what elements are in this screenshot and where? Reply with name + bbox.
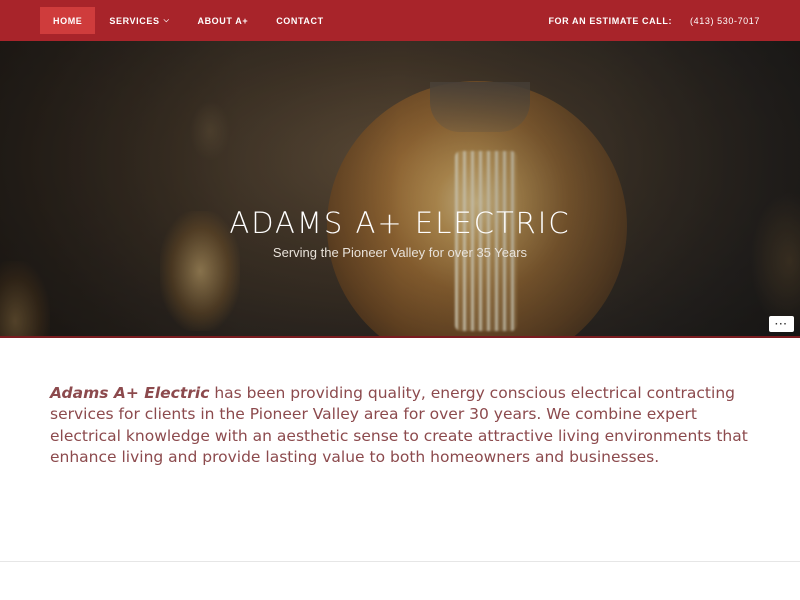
nav-home[interactable]: Home bbox=[40, 7, 96, 34]
estimate-label: For an Estimate Call: bbox=[548, 15, 673, 26]
site-tagline: Serving the Pioneer Valley for over 35 Y… bbox=[272, 245, 528, 260]
phone-number[interactable]: (413) 530-7017 bbox=[690, 16, 760, 26]
site-title: ADAMS A+ ELECTRIC bbox=[229, 206, 571, 240]
top-nav: Home Services ⌵ About A+ Contact For an … bbox=[0, 0, 800, 41]
nav-contact[interactable]: Contact bbox=[262, 7, 338, 34]
nav-contact-label: Contact bbox=[276, 15, 324, 26]
nav-services-label: Services bbox=[109, 15, 160, 26]
hero-banner: ADAMS A+ ELECTRIC Serving the Pioneer Va… bbox=[0, 41, 800, 338]
more-options-button[interactable]: ··· bbox=[769, 316, 794, 332]
intro-paragraph: Adams A+ Electric has been providing qua… bbox=[50, 383, 750, 468]
nav-about[interactable]: About A+ bbox=[183, 7, 262, 34]
hero-overlay bbox=[0, 41, 800, 338]
nav-home-label: Home bbox=[53, 15, 83, 26]
nav-about-label: About A+ bbox=[197, 15, 249, 26]
chevron-down-icon: ⌵ bbox=[163, 16, 170, 24]
hero-bottom-border bbox=[0, 336, 800, 338]
nav-services[interactable]: Services ⌵ bbox=[95, 7, 183, 34]
company-name: Adams A+ Electric bbox=[50, 384, 210, 402]
section-divider bbox=[0, 561, 800, 562]
